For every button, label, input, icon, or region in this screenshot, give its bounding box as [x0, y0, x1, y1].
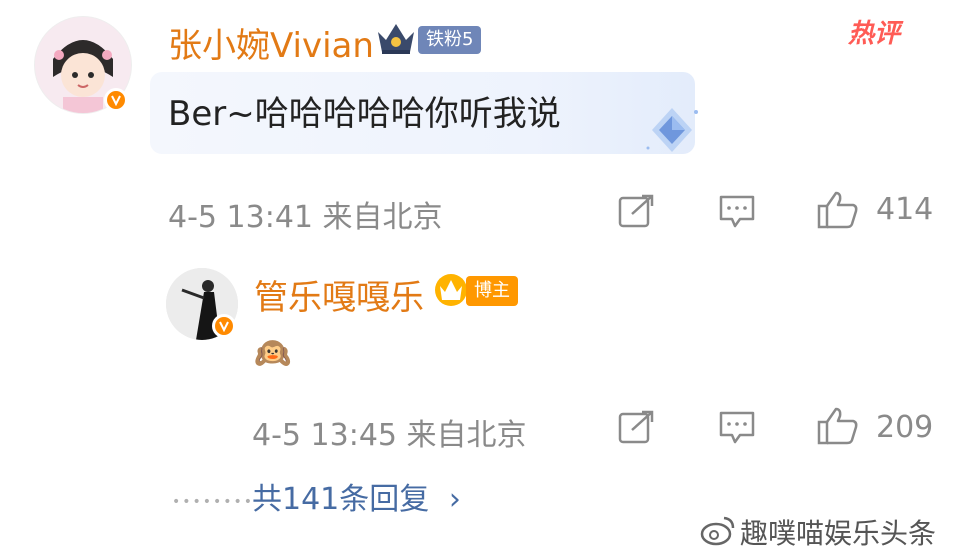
- thread-line: ••••••••: [172, 494, 255, 510]
- reply-meta: 4-5 13:45 来自北京: [252, 418, 527, 453]
- crown-icon: [434, 272, 468, 308]
- v-verified-icon: [212, 314, 236, 338]
- blogger-badge: 博主: [466, 276, 518, 306]
- view-more-replies-link[interactable]: 共141条回复 ›: [252, 474, 461, 518]
- comment-meta: 4-5 13:41 来自北京: [168, 200, 443, 235]
- share-icon[interactable]: [618, 410, 656, 444]
- crown-icon: [374, 20, 418, 56]
- more-replies-label: 共141条回复: [252, 482, 430, 517]
- weibo-logo-icon: [700, 514, 736, 548]
- comment-username[interactable]: 张小婉Vivian: [168, 18, 374, 67]
- reply-emoji: 🙉: [254, 336, 292, 371]
- hot-comment-tag: 热评: [848, 19, 901, 49]
- share-icon[interactable]: [618, 194, 656, 228]
- fan-level-badge: 铁粉5: [418, 26, 482, 54]
- reply-username[interactable]: 管乐嘎嘎乐: [254, 270, 424, 319]
- comment-icon[interactable]: [718, 194, 756, 230]
- comment-text: Ber~哈哈哈哈哈你听我说: [168, 94, 561, 134]
- watermark: 趣噗喵娱乐头条: [740, 517, 937, 550]
- v-verified-icon: [104, 88, 128, 112]
- like-icon[interactable]: [816, 406, 860, 446]
- like-icon[interactable]: [816, 190, 860, 230]
- reply-like-count: 209: [876, 410, 934, 445]
- like-count: 414: [876, 192, 934, 227]
- comment-icon[interactable]: [718, 410, 756, 446]
- diamond-sticker-icon: [640, 104, 704, 160]
- chevron-right-icon: ›: [448, 482, 461, 517]
